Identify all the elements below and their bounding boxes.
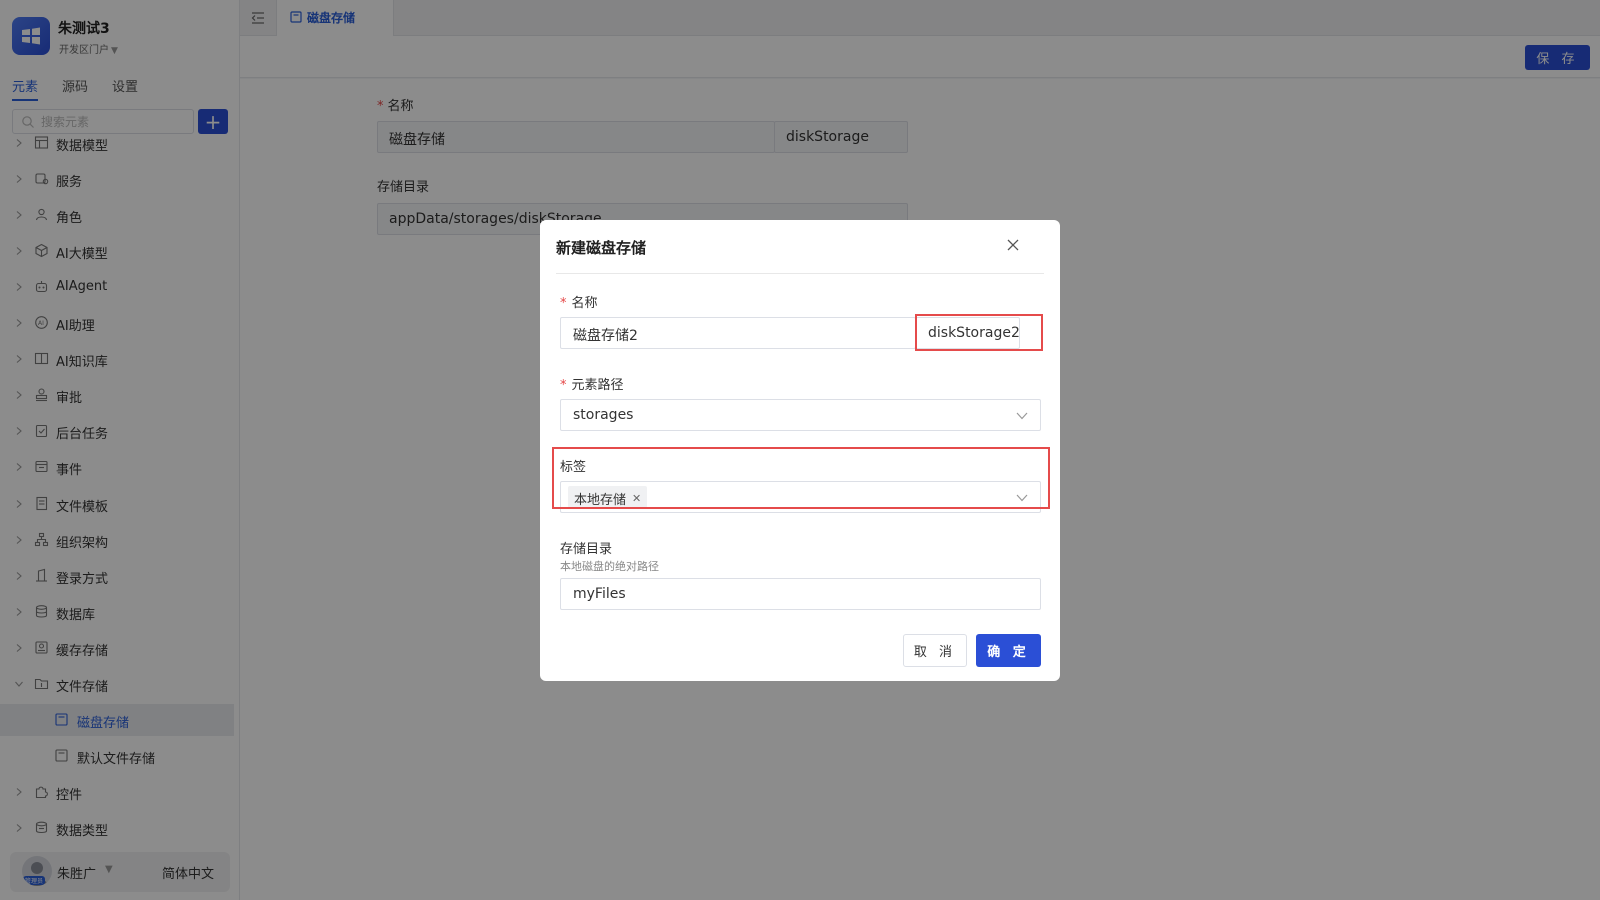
required-mark: * (560, 296, 567, 311)
dir-label: 存储目录 (560, 542, 613, 557)
name-input[interactable]: 磁盘存储2 (560, 317, 916, 349)
confirm-button[interactable]: 确 定 (976, 634, 1041, 667)
highlight-tags-field (552, 447, 1050, 509)
dialog-title: 新建磁盘存储 (556, 239, 647, 257)
path-select[interactable]: storages (560, 399, 1041, 431)
path-label-text: 元素路径 (571, 378, 624, 393)
chevron-down-icon (1016, 412, 1028, 420)
name-label-text: 名称 (571, 296, 598, 311)
close-icon[interactable] (1006, 238, 1020, 252)
required-mark: * (560, 378, 567, 393)
dir-input[interactable]: myFiles (560, 578, 1041, 610)
dialog-divider (556, 273, 1044, 274)
highlight-code-input (915, 314, 1043, 351)
dir-hint: 本地磁盘的绝对路径 (560, 560, 659, 573)
name-label: * 名称 (560, 292, 598, 311)
cancel-button[interactable]: 取 消 (903, 634, 967, 667)
path-label: * 元素路径 (560, 374, 624, 393)
new-disk-storage-dialog: 新建磁盘存储 * 名称 磁盘存储2 diskStorage2 * 元素路径 stor… (540, 220, 1060, 681)
path-value: storages (573, 407, 634, 423)
